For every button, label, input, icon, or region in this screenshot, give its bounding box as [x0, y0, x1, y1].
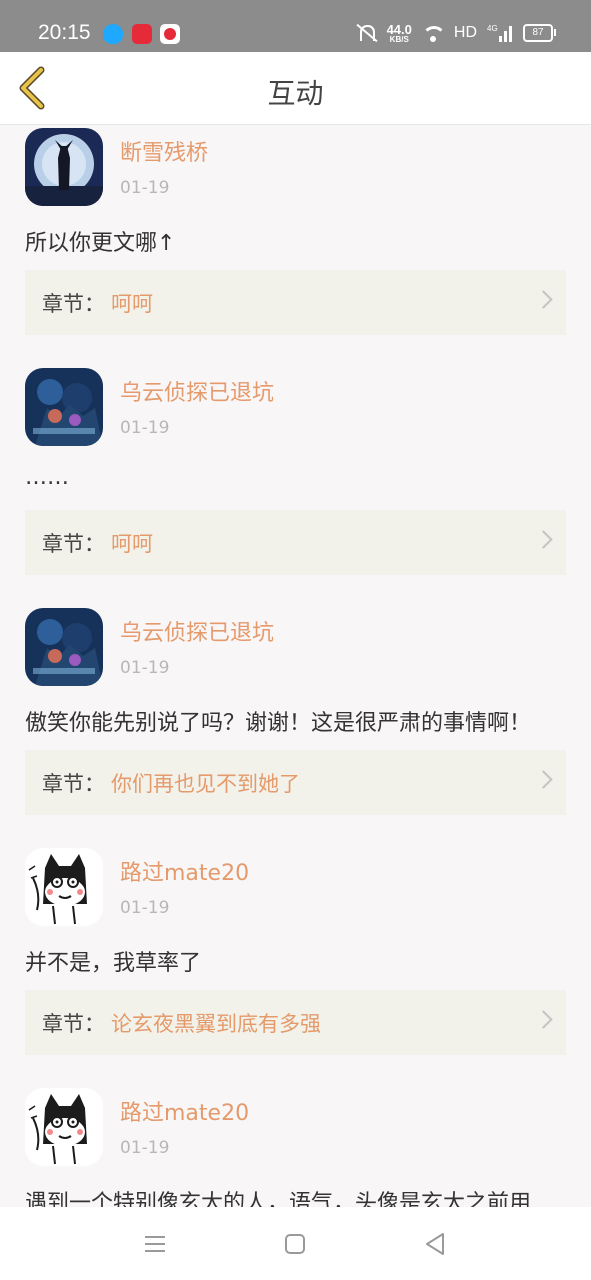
chapter-label: 章节：	[42, 532, 105, 556]
app-header: 互动	[0, 52, 591, 125]
video-app-icon	[160, 24, 180, 44]
status-indicators: 44.0 KB/S HD 4G 87	[355, 20, 556, 46]
speed-unit: KB/S	[389, 34, 409, 44]
comment-date: 01-19	[120, 898, 170, 918]
speed-value: 44.0	[386, 21, 412, 37]
chevron-right-icon	[534, 1010, 553, 1029]
chapter-name: 呵呵	[111, 532, 153, 556]
qq-icon	[103, 24, 123, 44]
username[interactable]: 路过mate20	[120, 1095, 249, 1127]
anime-group-avatar[interactable]	[25, 608, 103, 686]
page-title: 互动	[267, 77, 324, 110]
status-time: 20:15	[38, 21, 91, 44]
system-nav-bar	[0, 1207, 591, 1280]
username[interactable]: 乌云侦探已退坑	[120, 375, 274, 407]
comment-date: 01-19	[120, 1138, 170, 1158]
wifi-icon	[421, 24, 444, 42]
network-speed: 44.0 KB/S	[387, 23, 412, 44]
chapter-label: 章节：	[42, 292, 105, 316]
comment-date: 01-19	[120, 658, 170, 678]
battery-icon: 87	[523, 24, 556, 42]
comment-item: 乌云侦探已退坑 01-19 傲笑你能先别说了吗？谢谢！这是很严肃的事情啊！ 章节…	[0, 605, 591, 845]
chevron-right-icon	[534, 530, 553, 549]
comment-item: 路过mate20 01-19 遇到一个特别像玄大的人，语气，头像是玄大之前用	[0, 1085, 591, 1207]
anime-group-avatar[interactable]	[25, 368, 103, 446]
comment-content: ……	[25, 465, 69, 490]
username[interactable]: 断雪残桥	[120, 135, 208, 167]
chapter-label: 章节：	[42, 1012, 105, 1036]
chapter-link[interactable]: 章节： 你们再也见不到她了	[25, 750, 566, 815]
news-app-icon	[132, 24, 152, 44]
username[interactable]: 乌云侦探已退坑	[120, 615, 274, 647]
cartoon-cat-avatar[interactable]	[25, 848, 103, 926]
interaction-feed[interactable]: 断雪残桥 01-19 所以你更文哪↑ 章节： 呵呵 乌云侦探已退坑 01-19 …	[0, 125, 591, 1207]
chapter-link[interactable]: 章节： 呵呵	[25, 510, 566, 575]
chapter-name: 论玄夜黑翼到底有多强	[111, 1012, 321, 1036]
network-type: HD	[453, 24, 477, 41]
chevron-right-icon	[534, 290, 553, 309]
mute-icon	[355, 24, 377, 42]
moon-warrior-avatar[interactable]	[25, 128, 103, 206]
comment-content: 遇到一个特别像玄大的人，语气，头像是玄大之前用	[25, 1191, 532, 1207]
chapter-link[interactable]: 章节： 论玄夜黑翼到底有多强	[25, 990, 566, 1055]
signal-label: 4G	[487, 24, 498, 33]
comment-content: 所以你更文哪↑	[25, 231, 176, 256]
comment-item: 乌云侦探已退坑 01-19 …… 章节： 呵呵	[0, 365, 591, 605]
chapter-link[interactable]: 章节： 呵呵	[25, 270, 566, 335]
status-bar: 20:15 44.0 KB/S HD 4G 87	[0, 0, 591, 52]
comment-date: 01-19	[120, 178, 170, 198]
chapter-label: 章节：	[42, 772, 105, 796]
comment-item: 路过mate20 01-19 并不是，我草率了 章节： 论玄夜黑翼到底有多强	[0, 845, 591, 1085]
comment-item: 断雪残桥 01-19 所以你更文哪↑ 章节： 呵呵	[0, 125, 591, 365]
comment-content: 傲笑你能先别说了吗？谢谢！这是很严肃的事情啊！	[25, 711, 532, 736]
menu-icon[interactable]	[140, 1229, 170, 1259]
back-triangle-icon[interactable]	[420, 1229, 450, 1259]
comment-date: 01-19	[120, 418, 170, 438]
signal-icon: 4G	[487, 24, 513, 42]
comment-content: 并不是，我草率了	[25, 951, 202, 976]
username[interactable]: 路过mate20	[120, 855, 249, 887]
home-square-icon[interactable]	[280, 1229, 310, 1259]
chapter-name: 你们再也见不到她了	[111, 772, 300, 796]
chevron-right-icon	[534, 770, 553, 789]
chapter-name: 呵呵	[111, 292, 153, 316]
cartoon-cat-avatar[interactable]	[25, 1088, 103, 1166]
